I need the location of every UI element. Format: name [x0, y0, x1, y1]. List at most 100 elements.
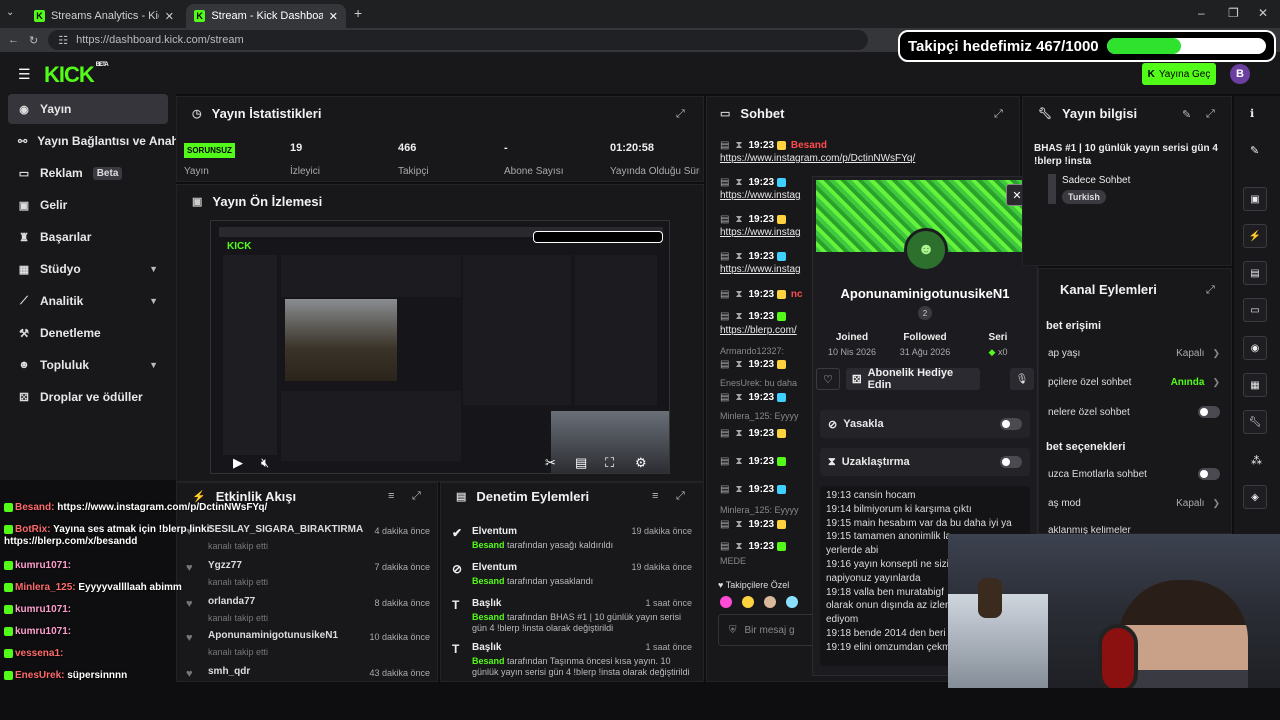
- settings-gear-icon[interactable]: ⚙: [635, 455, 647, 471]
- pin-icon[interactable]: ▤: [720, 251, 729, 262]
- chat-reply-preview[interactable]: Armando12327:: [720, 346, 784, 356]
- emote-icon[interactable]: [764, 596, 776, 608]
- chat-reply-preview[interactable]: Minlera_125: Eyyyy: [720, 505, 799, 515]
- activity-user[interactable]: Ygzz77: [208, 560, 242, 571]
- chat-username[interactable]: nc: [791, 289, 803, 300]
- sidebar-item-reklam[interactable]: ▭ Reklam Beta: [8, 158, 168, 188]
- info-icon[interactable]: ℹ: [1250, 107, 1254, 120]
- chat-link[interactable]: https://www.instagram.com/p/DctinNWsFYq/: [720, 153, 915, 164]
- emote-icon[interactable]: [720, 596, 732, 608]
- profile-username[interactable]: AponunaminigotunusikeN1: [812, 286, 1038, 301]
- category-name[interactable]: Sadece Sohbet: [1062, 175, 1130, 186]
- timeout-icon[interactable]: ⧗: [735, 359, 742, 370]
- rail-chat-button[interactable]: ▭: [1243, 298, 1267, 322]
- sidebar-item-topluluk[interactable]: ☻ Topluluk ▼: [8, 350, 168, 380]
- kick-logo[interactable]: KICK BETA: [44, 62, 109, 88]
- rail-video-button[interactable]: ▣: [1243, 187, 1267, 211]
- rail-save-button[interactable]: ▦: [1243, 373, 1267, 397]
- gift-sub-button[interactable]: ⚄ Abonelik Hediye Edin: [846, 367, 980, 391]
- clip-icon[interactable]: ✂: [545, 455, 556, 471]
- pin-icon[interactable]: ▤: [720, 519, 729, 530]
- moderation-target[interactable]: Başlık: [472, 642, 501, 653]
- moderation-actor[interactable]: Besand: [472, 540, 505, 550]
- chat-username[interactable]: Besand: [791, 140, 827, 151]
- chat-link[interactable]: https://blerp.com/: [720, 325, 797, 336]
- chat-link[interactable]: https://www.instag: [720, 264, 801, 275]
- sidebar-item-gelir[interactable]: ▣ Gelir: [8, 190, 168, 220]
- expand-icon[interactable]: ⤢: [676, 490, 685, 503]
- rail-tools-button[interactable]: 🔧︎: [1243, 410, 1267, 434]
- mute-icon[interactable]: 🔇︎: [261, 455, 269, 471]
- ban-toggle[interactable]: [1000, 418, 1022, 430]
- ban-row[interactable]: ⊘ Yasakla: [820, 410, 1030, 438]
- close-window-icon[interactable]: ✕: [1258, 6, 1268, 20]
- timeout-icon[interactable]: ⧗: [735, 541, 742, 552]
- timeout-icon[interactable]: ⧗: [735, 456, 742, 467]
- expand-icon[interactable]: ⤢: [1206, 284, 1215, 297]
- follow-button[interactable]: ♡: [816, 368, 840, 390]
- edit-icon[interactable]: ✎: [1182, 108, 1191, 121]
- expand-icon[interactable]: ⤢: [412, 490, 421, 503]
- timeout-icon[interactable]: ⧗: [735, 428, 742, 439]
- emote-icon[interactable]: [786, 596, 798, 608]
- moderation-target[interactable]: Elventum: [472, 526, 517, 537]
- site-info-icon[interactable]: ☷: [58, 34, 68, 47]
- activity-user[interactable]: smh_qdr: [208, 666, 250, 677]
- pencil-icon[interactable]: ✎: [1250, 144, 1259, 157]
- pin-icon[interactable]: ▤: [720, 140, 729, 151]
- followers-only-row[interactable]: pçilere özel sohbet Anında ❯: [1048, 377, 1220, 388]
- moderation-actor[interactable]: Besand: [472, 612, 505, 622]
- chat-reply-preview[interactable]: Minlera_125: Eyyyy: [720, 411, 799, 421]
- go-live-button[interactable]: K Yayına Geç: [1142, 63, 1216, 85]
- browser-tab-stream[interactable]: K Stream - Kick Dashboard ✕: [186, 4, 346, 28]
- moderation-actor[interactable]: Besand: [472, 576, 505, 586]
- advanced-mode-row[interactable]: aş mod Kapalı ❯: [1048, 498, 1220, 509]
- chat-reply-preview[interactable]: EnesUrek: bu daha: [720, 378, 797, 388]
- browser-tab-analytics[interactable]: K Streams Analytics - Kick Dashboar ✕: [26, 4, 182, 28]
- chat-link[interactable]: https://www.instag: [720, 190, 801, 201]
- back-icon[interactable]: ←: [8, 34, 19, 46]
- sidebar-item-droplar[interactable]: ⚄ Droplar ve ödüller: [8, 382, 168, 412]
- emote-only-toggle[interactable]: [1198, 468, 1220, 480]
- sidebar-item-basarilar[interactable]: ♜ Başarılar: [8, 222, 168, 252]
- screenshot-icon[interactable]: ▤: [575, 455, 587, 471]
- pin-icon[interactable]: ▤: [720, 428, 729, 439]
- reload-icon[interactable]: ↻: [29, 34, 38, 47]
- pin-icon[interactable]: ▤: [720, 311, 729, 322]
- sidebar-item-stream-key[interactable]: ⚯ Yayın Bağlantısı ve Anahtar: [8, 126, 194, 156]
- moderation-target[interactable]: Elventum: [472, 562, 517, 573]
- play-icon[interactable]: ▶: [233, 455, 243, 471]
- sidebar-item-analitik[interactable]: ⟋ Analitik ▼: [8, 286, 168, 316]
- timeout-row[interactable]: ⧗ Uzaklaştırma: [820, 448, 1030, 476]
- pin-icon[interactable]: ▤: [720, 541, 729, 552]
- pin-icon[interactable]: ▤: [720, 392, 729, 403]
- pin-icon[interactable]: ▤: [720, 359, 729, 370]
- tag-badge[interactable]: Turkish: [1062, 190, 1106, 204]
- pin-icon[interactable]: ▤: [720, 214, 729, 225]
- tab-list-icon[interactable]: ⌄: [6, 7, 20, 21]
- pin-icon[interactable]: ▤: [720, 456, 729, 467]
- mention-button[interactable]: 🎙︎: [1010, 368, 1034, 390]
- rail-record-button[interactable]: ◉: [1243, 336, 1267, 360]
- chat-reply-preview[interactable]: MEDE: [720, 556, 746, 566]
- community-icon[interactable]: ⁂: [1251, 454, 1262, 467]
- expand-icon[interactable]: ⤢: [1206, 108, 1215, 121]
- timeout-icon[interactable]: ⧗: [735, 177, 742, 188]
- emote-icon[interactable]: [742, 596, 754, 608]
- close-tab-icon[interactable]: ✕: [329, 10, 338, 23]
- timeout-icon[interactable]: ⧗: [735, 214, 742, 225]
- rail-lightning-button[interactable]: ⚡: [1243, 224, 1267, 248]
- moderation-actor[interactable]: Besand: [472, 656, 505, 666]
- banned-words-row[interactable]: aklanmış kelimeler: [1048, 526, 1220, 534]
- timeout-toggle[interactable]: [1000, 456, 1022, 468]
- timeout-icon[interactable]: ⧗: [735, 311, 742, 322]
- moderation-target[interactable]: Başlık: [472, 598, 501, 609]
- activity-user[interactable]: AponunaminigotunusikeN1: [208, 630, 338, 641]
- pin-icon[interactable]: ▤: [720, 289, 729, 300]
- expand-icon[interactable]: ⤢: [676, 108, 685, 121]
- fullscreen-icon[interactable]: ⛶: [605, 455, 614, 471]
- user-avatar[interactable]: B: [1230, 64, 1250, 84]
- url-field[interactable]: ☷ https://dashboard.kick.com/stream: [48, 30, 869, 50]
- timeout-icon[interactable]: ⧗: [735, 140, 742, 151]
- timeout-icon[interactable]: ⧗: [735, 289, 742, 300]
